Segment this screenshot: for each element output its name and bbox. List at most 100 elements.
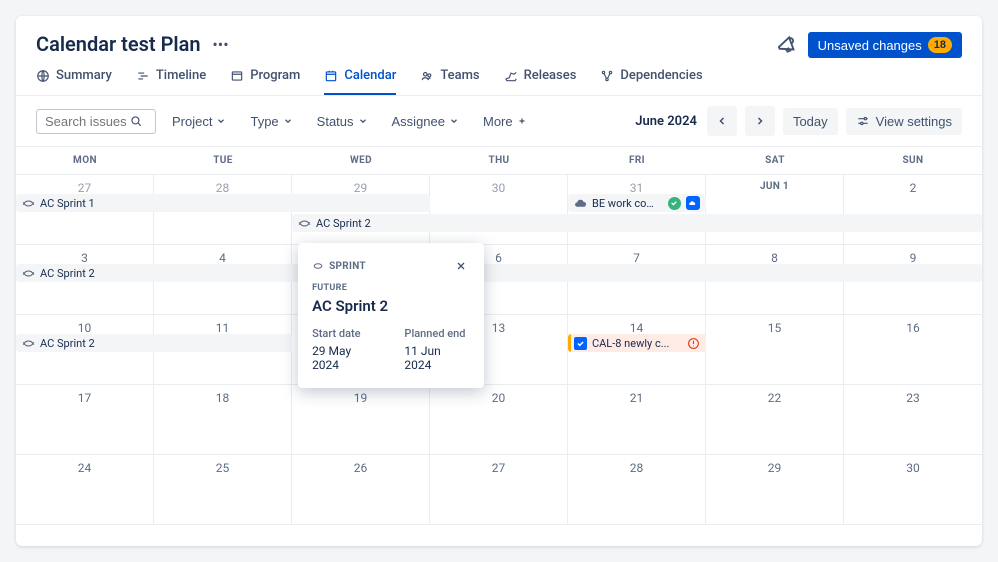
filter-assignee[interactable]: Assignee — [384, 109, 467, 134]
date-label: 25 — [154, 455, 291, 475]
date-label: 4 — [154, 245, 291, 265]
tabs: Summary Timeline Program Calendar Teams … — [16, 58, 982, 96]
calendar-cell[interactable]: 13 — [430, 315, 568, 385]
day-header: SAT — [706, 147, 844, 174]
program-icon — [230, 69, 244, 83]
date-label: 29 — [706, 455, 843, 475]
calendar-cell[interactable]: 28 — [568, 455, 706, 525]
tab-label: Dependencies — [620, 68, 702, 83]
tab-program[interactable]: Program — [230, 68, 300, 95]
calendar-cell[interactable]: 24 — [16, 455, 154, 525]
date-label: 3 — [16, 245, 153, 265]
calendar-cell[interactable]: 19 — [292, 385, 430, 455]
calendar-cell[interactable]: 22 — [706, 385, 844, 455]
tab-summary[interactable]: Summary — [36, 68, 112, 95]
filter-status[interactable]: Status — [309, 109, 376, 134]
search-input[interactable] — [45, 114, 129, 129]
event-sprint-2-row2[interactable]: AC Sprint 2 — [16, 264, 982, 282]
calendar-cell[interactable]: 29 — [706, 455, 844, 525]
tab-label: Program — [250, 68, 300, 83]
date-label: 8 — [706, 245, 843, 265]
date-label: 13 — [430, 315, 567, 335]
date-label: 30 — [430, 175, 567, 195]
chevron-left-icon — [716, 115, 728, 127]
event-cal8[interactable]: CAL-8 newly c... — [568, 334, 706, 352]
today-button[interactable]: Today — [783, 108, 838, 135]
timeline-icon — [136, 69, 150, 83]
date-label: 23 — [844, 385, 982, 405]
event-sprint-2-row1[interactable]: AC Sprint 2 — [292, 214, 982, 232]
filter-type[interactable]: Type — [242, 109, 300, 134]
status-done-icon — [668, 197, 681, 210]
calendar-cell[interactable]: 16 — [844, 315, 982, 385]
date-label: 17 — [16, 385, 153, 405]
filter-more[interactable]: More — [475, 109, 535, 134]
search-input-wrapper[interactable] — [36, 109, 156, 134]
tab-label: Teams — [440, 68, 479, 83]
date-label: 22 — [706, 385, 843, 405]
calendar-cell[interactable]: 27 — [430, 455, 568, 525]
event-sprint-1[interactable]: AC Sprint 1 — [16, 194, 430, 212]
filter-label: More — [483, 114, 513, 129]
event-label: AC Sprint 2 — [40, 267, 95, 280]
date-label: 27 — [430, 455, 567, 475]
calendar-cell[interactable]: 20 — [430, 385, 568, 455]
calendar-cell[interactable]: 21 — [568, 385, 706, 455]
day-header: WED — [292, 147, 430, 174]
filter-label: Project — [172, 114, 212, 129]
chevron-down-icon — [358, 116, 368, 126]
date-label: 18 — [154, 385, 291, 405]
more-actions-button[interactable]: ••• — [209, 32, 233, 56]
calendar-cell[interactable]: 2 — [844, 175, 982, 245]
date-label: 26 — [292, 455, 429, 475]
tab-label: Timeline — [156, 68, 206, 83]
teams-icon — [420, 69, 434, 83]
calendar-cell[interactable]: JUN 1 — [706, 175, 844, 245]
date-label: 24 — [16, 455, 153, 475]
date-label: 28 — [568, 455, 705, 475]
prev-month-button[interactable] — [707, 106, 737, 136]
plus-icon — [517, 116, 527, 126]
tab-label: Releases — [524, 68, 577, 83]
tab-label: Summary — [56, 68, 112, 83]
calendar-cell[interactable]: 12 — [292, 315, 430, 385]
date-label: JUN 1 — [706, 175, 843, 192]
chevron-down-icon — [216, 116, 226, 126]
calendar-cell[interactable]: 23 — [844, 385, 982, 455]
date-label: 16 — [844, 315, 982, 335]
tab-releases[interactable]: Releases — [504, 68, 577, 95]
sprint-icon — [298, 217, 311, 230]
tab-teams[interactable]: Teams — [420, 68, 479, 95]
event-sprint-2-row3[interactable]: AC Sprint 2 — [16, 334, 292, 352]
calendar-cell[interactable]: 26 — [292, 455, 430, 525]
event-be-work[interactable]: BE work com... — [568, 194, 706, 212]
calendar-icon — [324, 69, 338, 83]
calendar-cell[interactable]: 30 — [430, 175, 568, 245]
calendar-cell[interactable]: 18 — [154, 385, 292, 455]
event-stripe — [568, 334, 571, 352]
unsaved-changes-button[interactable]: Unsaved changes 18 — [808, 32, 962, 58]
tab-label: Calendar — [344, 68, 396, 83]
plan-title: Calendar test Plan — [36, 32, 201, 56]
view-settings-button[interactable]: View settings — [846, 108, 962, 135]
next-month-button[interactable] — [745, 106, 775, 136]
calendar-cell[interactable]: 15 — [706, 315, 844, 385]
date-label: 20 — [430, 385, 567, 405]
tab-dependencies[interactable]: Dependencies — [600, 68, 702, 95]
calendar-cell[interactable]: 25 — [154, 455, 292, 525]
calendar-cell[interactable]: 30 — [844, 455, 982, 525]
tab-calendar[interactable]: Calendar — [324, 68, 396, 95]
announce-icon[interactable] — [773, 31, 801, 59]
event-label: BE work com... — [592, 197, 663, 210]
date-label: 30 — [844, 455, 982, 475]
date-label: 15 — [706, 315, 843, 335]
event-label: CAL-8 newly c... — [592, 337, 682, 350]
dependencies-icon — [600, 69, 614, 83]
filter-project[interactable]: Project — [164, 109, 234, 134]
calendar-cell[interactable]: 17 — [16, 385, 154, 455]
tab-timeline[interactable]: Timeline — [136, 68, 206, 95]
date-label: 6 — [430, 245, 567, 265]
date-label: 27 — [16, 175, 153, 195]
date-label: 5 — [292, 245, 429, 265]
sprint-icon — [22, 337, 35, 350]
